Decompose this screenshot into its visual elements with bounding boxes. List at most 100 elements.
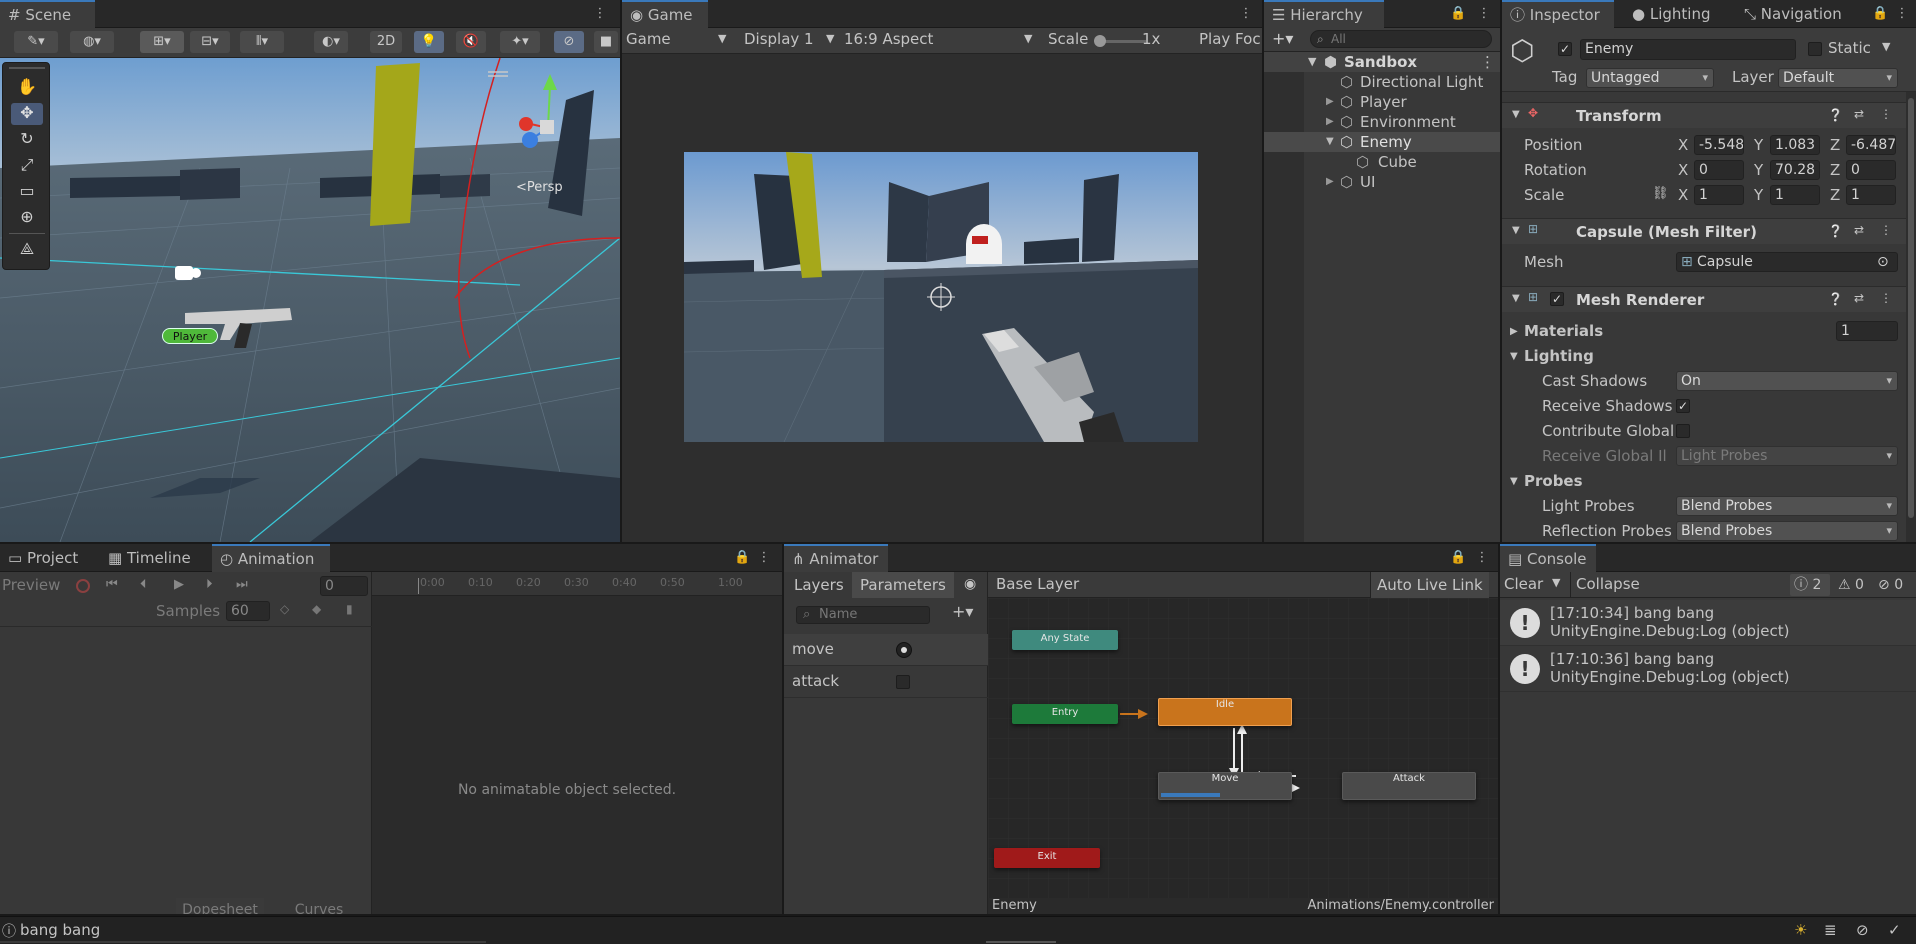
- preview-button[interactable]: Preview: [2, 576, 60, 594]
- more-options-icon[interactable]: ⋮: [1880, 223, 1892, 237]
- materials-count-field[interactable]: 1: [1836, 321, 1898, 341]
- hierarchy-item-ui[interactable]: ▶ ⬡ UI: [1264, 172, 1500, 192]
- curves-button[interactable]: Curves: [270, 898, 368, 914]
- hand-tool-icon[interactable]: ✋: [11, 77, 43, 99]
- help-icon[interactable]: ❔: [1828, 292, 1843, 306]
- idle-state-node[interactable]: Idle: [1158, 698, 1292, 726]
- rect-tool-icon[interactable]: ▭: [11, 181, 43, 203]
- increment-snap-button[interactable]: ⫴▾: [240, 31, 284, 53]
- last-keyframe-icon[interactable]: ⏭: [236, 577, 248, 592]
- game-view-select[interactable]: Game: [626, 30, 671, 48]
- more-options-icon[interactable]: ⋮: [1880, 291, 1892, 305]
- grid-button[interactable]: ⊟▾: [190, 31, 230, 53]
- scale-slider[interactable]: [1094, 35, 1146, 47]
- transform-tool-icon[interactable]: ⊕: [11, 207, 43, 229]
- eye-icon[interactable]: ◉: [964, 576, 976, 592]
- tag-dropdown[interactable]: Untagged: [1586, 68, 1714, 88]
- hierarchy-item-enemy[interactable]: ▼ ⬡ Enemy: [1264, 132, 1500, 152]
- hierarchy-item-environment[interactable]: ▶ ⬡ Environment: [1264, 112, 1500, 132]
- tab-animation[interactable]: ◴ Animation: [212, 544, 330, 572]
- mesh-filter-header[interactable]: ▼ ⊞ Capsule (Mesh Filter) ❔ ⇄ ⋮: [1502, 218, 1916, 244]
- shading-mode-button[interactable]: ◐▾: [314, 31, 348, 53]
- collapse-button[interactable]: Collapse: [1576, 575, 1640, 593]
- animator-graph[interactable]: Any State Entry Idle Move Attack Exit: [988, 598, 1498, 898]
- tab-navigation[interactable]: ⤡ Navigation: [1736, 0, 1850, 28]
- tab-hierarchy[interactable]: ☰ Hierarchy: [1264, 0, 1384, 28]
- rotation-x-field[interactable]: 0: [1694, 160, 1744, 180]
- breadcrumb[interactable]: Base Layer: [996, 575, 1079, 593]
- tab-console[interactable]: ▤ Console: [1500, 544, 1596, 572]
- mesh-object-field[interactable]: ⊞ Capsule ⊙: [1676, 252, 1898, 272]
- more-options-icon[interactable]: ⋮: [1894, 6, 1910, 22]
- preset-icon[interactable]: ⇄: [1854, 223, 1864, 237]
- check-status-icon[interactable]: ✓: [1888, 921, 1901, 939]
- parameter-row[interactable]: attack: [784, 666, 988, 698]
- tab-parameters[interactable]: Parameters: [852, 572, 954, 598]
- rotation-y-field[interactable]: 70.28: [1770, 160, 1820, 180]
- scale-y-field[interactable]: 1: [1770, 185, 1820, 205]
- tab-animator[interactable]: ⋔ Animator: [784, 544, 888, 572]
- persp-label[interactable]: <Persp: [516, 180, 563, 195]
- create-button[interactable]: +▾: [1272, 29, 1293, 48]
- tab-game[interactable]: ◉ Game: [622, 0, 708, 28]
- transform-header[interactable]: ▼ ✥ Transform ❔ ⇄ ⋮: [1502, 102, 1916, 128]
- animation-timeline-pane[interactable]: 0:00 0:10 0:20 0:30 0:40 0:50 1:00 No an…: [372, 572, 782, 914]
- custom-tool-icon[interactable]: ⟁: [11, 239, 43, 261]
- camera-settings-icon[interactable]: ■: [594, 31, 618, 53]
- next-keyframe-icon[interactable]: ⏵: [206, 577, 213, 592]
- parameter-search-input[interactable]: ⌕ Name: [796, 606, 930, 624]
- add-parameter-button[interactable]: +▾: [952, 602, 973, 621]
- more-options-icon[interactable]: ⋮: [1480, 52, 1495, 72]
- foldout-arrow-icon[interactable]: ▼: [1510, 476, 1518, 487]
- tab-layers[interactable]: Layers: [794, 576, 844, 594]
- constrain-proportions-icon[interactable]: ⛓: [1652, 186, 1669, 201]
- add-event-icon[interactable]: ◆: [312, 602, 321, 616]
- rotate-tool-icon[interactable]: ↻: [11, 129, 43, 151]
- mesh-renderer-header[interactable]: ▼ ⊞ ✓ Mesh Renderer ❔ ⇄ ⋮: [1502, 286, 1916, 312]
- hierarchy-item-player[interactable]: ▶ ⬡ Player: [1264, 92, 1500, 112]
- more-options-icon[interactable]: ⋮: [1238, 6, 1254, 22]
- display-select[interactable]: Display 1: [744, 30, 814, 48]
- debug-status-icon[interactable]: ⊘: [1856, 921, 1869, 939]
- light-probes-dropdown[interactable]: Blend Probes: [1676, 496, 1898, 516]
- static-checkbox[interactable]: [1808, 42, 1822, 56]
- tab-project[interactable]: ▭ Project: [0, 544, 86, 572]
- console-entry[interactable]: ! [17:10:34] bang bang UnityEngine.Debug…: [1500, 600, 1916, 646]
- error-count-toggle[interactable]: ⊘ 0: [1874, 574, 1914, 596]
- console-entry[interactable]: ! [17:10:36] bang bang UnityEngine.Debug…: [1500, 646, 1916, 692]
- trigger-radio[interactable]: [896, 642, 912, 658]
- cast-shadows-dropdown[interactable]: On: [1676, 371, 1898, 391]
- help-icon[interactable]: ❔: [1828, 224, 1843, 238]
- lock-icon[interactable]: 🔒: [734, 550, 750, 566]
- audio-toggle-icon[interactable]: 🔇: [456, 31, 486, 53]
- any-state-node[interactable]: Any State: [1012, 630, 1118, 650]
- move-tool-icon[interactable]: ✥: [11, 103, 43, 125]
- status-message[interactable]: bang bang: [20, 921, 100, 939]
- prev-keyframe-icon[interactable]: ⏴: [140, 577, 147, 592]
- tab-scene[interactable]: # Scene: [0, 0, 95, 28]
- preset-icon[interactable]: ⇄: [1854, 107, 1864, 121]
- inspector-scrollbar[interactable]: [1906, 92, 1916, 542]
- position-z-field[interactable]: -6.487: [1846, 135, 1896, 155]
- first-keyframe-icon[interactable]: ⏮: [106, 577, 118, 592]
- active-checkbox[interactable]: ✓: [1558, 42, 1572, 56]
- add-keyframe-icon[interactable]: ◇: [280, 602, 289, 616]
- more-options-icon[interactable]: ⋮: [1880, 107, 1892, 121]
- info-count-toggle[interactable]: ⓘ 2: [1790, 574, 1830, 596]
- aspect-select[interactable]: 16:9 Aspect: [844, 30, 933, 48]
- object-name-field[interactable]: Enemy: [1580, 39, 1796, 60]
- lock-icon[interactable]: 🔒: [1872, 6, 1888, 22]
- play-icon[interactable]: ▶: [174, 577, 184, 592]
- bool-checkbox[interactable]: [896, 675, 910, 689]
- dopesheet-button[interactable]: Dopesheet: [176, 898, 264, 914]
- lighting-toggle-icon[interactable]: 💡: [414, 31, 444, 53]
- lock-icon[interactable]: 🔒: [1450, 550, 1466, 566]
- grid-snap-button[interactable]: ⊞▾: [140, 31, 184, 53]
- object-picker-icon[interactable]: ⊙: [1877, 253, 1889, 271]
- warning-count-toggle[interactable]: ⚠ 0: [1834, 574, 1872, 596]
- chevron-down-icon[interactable]: ▼: [1882, 40, 1890, 53]
- layers-status-icon[interactable]: ≣: [1824, 921, 1837, 939]
- mode-2d-button[interactable]: 2D: [370, 31, 402, 53]
- hierarchy-search-input[interactable]: ⌕ All: [1310, 30, 1492, 48]
- draw-mode-button[interactable]: ✎▾: [14, 31, 58, 53]
